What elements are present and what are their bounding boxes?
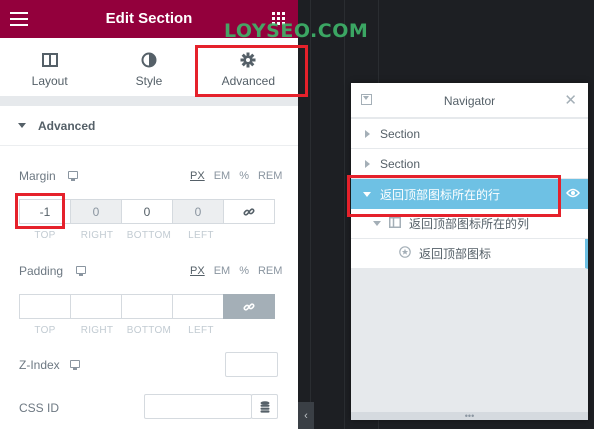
desktop-icon[interactable]	[70, 360, 80, 370]
nav-item-label: 返回顶部图标所在的行	[380, 187, 501, 202]
margin-bottom-input[interactable]: 0	[121, 199, 173, 224]
css-id-input[interactable]	[144, 394, 252, 419]
dim-label-top: TOP	[34, 325, 56, 336]
nav-item-column[interactable]: 返回顶部图标所在的列	[351, 209, 588, 239]
tab-advanced[interactable]: Advanced	[198, 38, 298, 96]
padding-right-input[interactable]	[70, 294, 122, 319]
tab-advanced-label: Advanced	[221, 74, 275, 88]
nav-item-label: Section	[380, 156, 421, 171]
caret-down-icon	[18, 123, 26, 128]
margin-top-input[interactable]: -1	[19, 199, 71, 224]
padding-units: PX EM % REM	[190, 265, 291, 277]
desktop-icon[interactable]	[68, 171, 78, 181]
padding-dim-labels: TOP RIGHT BOTTOM LEFT	[19, 325, 227, 336]
padding-top-input[interactable]	[19, 294, 71, 319]
margin-right-input[interactable]: 0	[70, 199, 122, 224]
unit-px[interactable]: PX	[190, 265, 205, 277]
dim-label-right: RIGHT	[80, 325, 114, 336]
dim-label-bottom: BOTTOM	[126, 325, 172, 336]
collapse-panel-button[interactable]: ‹	[298, 402, 314, 429]
link-values-button[interactable]	[223, 294, 275, 319]
z-index-input[interactable]	[225, 352, 278, 377]
advanced-section-toggle[interactable]: Advanced	[0, 106, 298, 146]
dim-label-right: RIGHT	[80, 230, 114, 241]
layout-icon	[41, 52, 58, 68]
unit-em[interactable]: EM	[214, 170, 231, 182]
advanced-section-heading: Advanced	[38, 118, 96, 133]
nav-item-section[interactable]: Section	[351, 149, 588, 179]
unit-rem[interactable]: REM	[258, 265, 282, 277]
navigator-resize-handle[interactable]: •••	[351, 412, 588, 420]
caret-right-icon[interactable]	[365, 129, 370, 138]
css-id-label: CSS ID	[19, 401, 60, 415]
dim-label-top: TOP	[34, 230, 56, 241]
navigator-title: Navigator	[443, 94, 496, 108]
chevron-left-icon: ‹	[304, 409, 308, 422]
unit-percent[interactable]: %	[239, 265, 249, 277]
nav-item-row-selected[interactable]: 返回顶部图标所在的行	[351, 179, 588, 209]
unit-px[interactable]: PX	[190, 170, 205, 182]
tab-layout[interactable]: Layout	[0, 38, 99, 96]
nav-item-section[interactable]: Section	[351, 119, 588, 149]
tabs-divider	[0, 96, 298, 106]
margin-dim-labels: TOP RIGHT BOTTOM LEFT	[19, 230, 227, 241]
gear-icon	[240, 52, 256, 68]
nav-item-label: 返回顶部图标所在的列	[409, 217, 530, 231]
margin-label: Margin	[19, 169, 56, 183]
style-icon	[141, 52, 157, 68]
eye-icon[interactable]	[566, 187, 580, 201]
padding-label: Padding	[19, 264, 64, 278]
star-icon	[399, 246, 411, 261]
unit-rem[interactable]: REM	[258, 170, 282, 182]
tab-style-label: Style	[135, 74, 163, 88]
padding-bottom-input[interactable]	[121, 294, 173, 319]
tab-style[interactable]: Style	[99, 38, 198, 96]
z-index-label: Z-Index	[19, 358, 60, 372]
desktop-icon[interactable]	[76, 266, 86, 276]
dynamic-tags-button[interactable]	[251, 394, 278, 419]
dim-label-bottom: BOTTOM	[126, 230, 172, 241]
link-icon	[243, 302, 255, 311]
nav-item-label: 返回顶部图标	[419, 247, 492, 261]
link-icon	[243, 207, 255, 216]
padding-left-input[interactable]	[172, 294, 224, 319]
column-icon	[389, 216, 401, 231]
margin-units: PX EM % REM	[190, 170, 291, 182]
edit-panel: Edit Section Layout Style Advanced Advan	[0, 0, 298, 429]
unit-percent[interactable]: %	[239, 170, 249, 182]
unit-em[interactable]: EM	[214, 265, 231, 277]
navigator-panel: Navigator ✕ Section Section 返回顶部图标所在的行 返…	[351, 83, 588, 420]
dim-label-left: LEFT	[188, 325, 214, 336]
nav-item-label: Section	[380, 126, 421, 141]
watermark-logo: LOYSEO.COM	[224, 20, 369, 42]
navigator-header: Navigator ✕	[351, 83, 588, 118]
padding-inputs	[19, 294, 278, 319]
dim-label-left: LEFT	[188, 230, 214, 241]
link-values-button[interactable]	[223, 199, 275, 224]
margin-left-input[interactable]: 0	[172, 199, 224, 224]
caret-down-icon[interactable]	[373, 221, 381, 226]
margin-inputs: -1 0 0 0	[19, 199, 278, 224]
nav-item-widget[interactable]: 返回顶部图标	[351, 239, 588, 269]
panel-tabs: Layout Style Advanced	[0, 38, 298, 96]
close-icon[interactable]: ✕	[564, 91, 577, 109]
database-icon	[260, 400, 269, 413]
tab-layout-label: Layout	[31, 74, 68, 88]
caret-right-icon[interactable]	[365, 159, 370, 168]
caret-down-icon[interactable]	[363, 191, 371, 197]
